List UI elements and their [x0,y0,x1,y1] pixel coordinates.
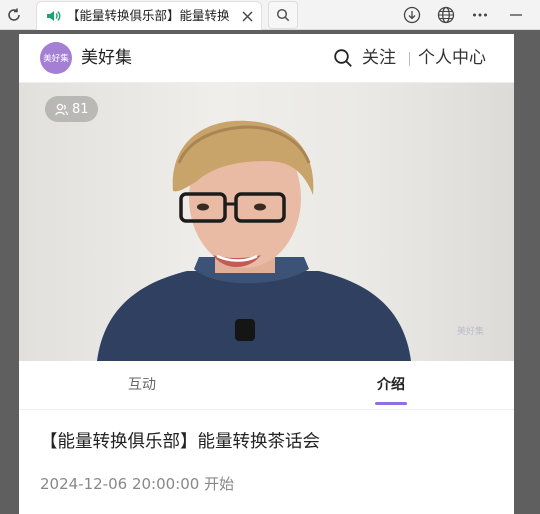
event-start-time: 2024-12-06 20:00:00 开始 [40,475,235,493]
viewer-count-badge: 81 [45,96,98,122]
tab-close-button[interactable] [239,8,255,24]
search-icon [276,8,290,22]
download-button[interactable] [402,5,422,25]
follow-button[interactable]: 关注 [362,47,396,69]
header-divider [409,52,410,66]
close-icon [242,11,252,21]
search-icon[interactable] [333,48,353,68]
site-header: 美好集 美好集 关注 个人中心 [19,34,514,83]
brand-name[interactable]: 美好集 [81,47,132,69]
user-center-link[interactable]: 个人中心 [418,47,486,69]
globe-icon [437,6,455,24]
content-tabs: 互动 介绍 [19,361,514,410]
video-watermark: 美好集 [457,327,485,337]
minimize-icon [510,14,522,16]
tab-title: 【能量转换俱乐部】能量转换 [67,8,230,23]
tab-introduction[interactable]: 介绍 [331,375,451,395]
reload-button[interactable] [4,5,24,25]
download-icon [403,6,421,24]
page-content: 美好集 美好集 关注 个人中心 81 美好集 互动 介绍 【能量转换俱乐部】能量… [19,34,514,514]
speaker-icon[interactable] [45,8,61,24]
live-video-player[interactable]: 81 美好集 [19,83,514,361]
more-button[interactable] [470,5,490,25]
logo-text: 美好集 [43,54,69,64]
tab-interaction[interactable]: 互动 [82,375,202,395]
browser-tab[interactable]: 【能量转换俱乐部】能量转换 [36,1,262,30]
browser-search-button[interactable] [268,1,298,29]
presenter-video-frame [97,120,411,361]
minimize-button[interactable] [506,5,526,25]
browser-toolbar: 【能量转换俱乐部】能量转换 [0,0,540,30]
more-icon [473,13,487,17]
viewer-count: 81 [72,101,89,117]
brand-logo[interactable]: 美好集 [40,42,72,74]
active-tab-indicator [375,402,407,405]
users-icon [55,103,68,115]
event-title: 【能量转换俱乐部】能量转换茶话会 [40,432,320,452]
globe-button[interactable] [436,5,456,25]
reload-icon [8,8,20,21]
